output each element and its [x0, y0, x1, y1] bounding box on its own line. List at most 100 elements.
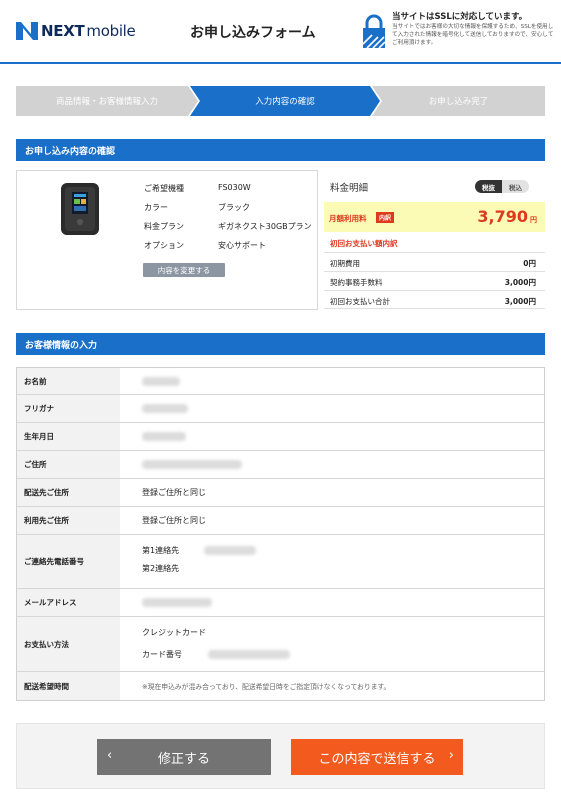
row-label: 配送希望時間	[17, 672, 120, 700]
spec-key: オプション	[144, 241, 184, 250]
redacted-name	[142, 377, 180, 386]
row-label: メールアドレス	[17, 589, 120, 616]
tax-toggle[interactable]: 税抜 税込	[475, 180, 529, 193]
section-header-customer: お客様情報の入力	[16, 333, 545, 355]
usage-address-value: 登録ご住所と同じ	[142, 516, 206, 525]
spec-row: 料金プラン ギガネクスト30GBプラン	[144, 221, 324, 235]
spec-key: 料金プラン	[144, 222, 184, 231]
row-value	[120, 395, 544, 422]
table-row: ご連絡先電話番号 第1連絡先 第2連絡先	[17, 535, 544, 589]
change-order-button[interactable]: 内容を変更する	[143, 263, 225, 277]
table-row: 利用先ご住所 登録ご住所と同じ	[17, 507, 544, 535]
chevron-right-icon: ›	[448, 748, 454, 763]
progress-steps: 商品情報・お客様情報入力 お申し込み完了 入力内容の確認	[16, 86, 545, 116]
payment-method-value: クレジットカード	[142, 628, 206, 637]
step-complete: お申し込み完了	[372, 86, 545, 116]
row-label: ご連絡先電話番号	[17, 535, 120, 588]
logo-n-icon	[16, 22, 38, 40]
submit-button[interactable]: この内容で送信する ›	[291, 739, 463, 775]
shipping-address-value: 登録ご住所と同じ	[142, 488, 206, 497]
fee-key: 初回お支払い合計	[330, 297, 390, 306]
spec-row: オプション 安心サポート	[144, 240, 324, 254]
breakdown-badge[interactable]: 内訳	[376, 212, 395, 223]
primary-contact-label: 第1連絡先	[142, 546, 180, 555]
spec-key: カラー	[144, 203, 168, 212]
ssl-description: 当サイトではお客様の大切な情報を保護するため、SSLを使用して入力された情報を暗…	[392, 24, 554, 47]
first-payment-label: 初回お支払い額内訳	[330, 239, 398, 248]
row-value: ※現在申込みが混み合っており、配送希望日時をご指定頂けなくなっております。	[120, 672, 544, 700]
table-row: フリガナ	[17, 395, 544, 423]
spec-value: 安心サポート	[218, 241, 266, 250]
action-button-area: ‹ 修正する この内容で送信する ›	[16, 723, 545, 789]
redacted-furigana	[142, 404, 188, 413]
row-label: ご住所	[17, 451, 120, 478]
ssl-title: 当サイトはSSLに対応しています。	[392, 12, 528, 22]
row-label: フリガナ	[17, 395, 120, 422]
logo-text-mobile: mobile	[86, 22, 136, 40]
fee-row: 契約事務手数料 3,000円	[324, 271, 545, 290]
table-row: 生年月日	[17, 423, 544, 451]
spec-row: ご希望機種 FS030W	[144, 183, 324, 197]
lock-icon	[362, 14, 386, 49]
pocket-wifi-device-image	[61, 183, 99, 235]
row-label: お支払い方法	[17, 617, 120, 671]
row-label: 生年月日	[17, 423, 120, 450]
secondary-contact-label: 第2連絡先	[142, 564, 180, 573]
step-confirm-current: 入力内容の確認	[190, 86, 380, 116]
edit-back-button[interactable]: ‹ 修正する	[97, 739, 271, 775]
row-value	[120, 368, 544, 394]
section-header-confirm: お申し込み内容の確認	[16, 139, 545, 161]
table-row: ご住所	[17, 451, 544, 479]
order-summary-panel: ご希望機種 FS030W カラー ブラック 料金プラン ギガネクスト30GBプラ…	[16, 170, 318, 310]
fee-value: 3,000円	[504, 278, 536, 287]
monthly-fee-amount: 3,790	[477, 207, 528, 226]
fee-row-total: 初回お支払い合計 3,000円	[324, 290, 545, 309]
row-label: 利用先ご住所	[17, 507, 120, 534]
fee-key: 契約事務手数料	[330, 278, 383, 287]
spec-key: ご希望機種	[144, 184, 184, 193]
edit-back-label: 修正する	[157, 751, 210, 767]
price-details-panel: 料金明細 税抜 税込 月額利用料 内訳 3,790 円 初回お支払い額内訳 初期…	[324, 170, 545, 310]
tax-included-option[interactable]: 税込	[502, 180, 529, 193]
row-label: お名前	[17, 368, 120, 394]
price-header: 料金明細 税抜 税込	[324, 170, 545, 202]
submit-label: この内容で送信する	[318, 751, 436, 767]
row-value	[120, 423, 544, 450]
row-value: 第1連絡先 第2連絡先	[120, 535, 544, 588]
row-value	[120, 589, 544, 616]
fee-key: 初期費用	[330, 259, 360, 268]
table-row: お名前	[17, 368, 544, 395]
table-row: 配送先ご住所 登録ご住所と同じ	[17, 479, 544, 507]
card-number-label: カード番号	[142, 650, 182, 659]
table-row: 配送希望時間 ※現在申込みが混み合っており、配送希望日時をご指定頂けなくなってお…	[17, 672, 544, 700]
row-label: 配送先ご住所	[17, 479, 120, 506]
ssl-notice: 当サイトはSSLに対応しています。 当サイトではお客様の大切な情報を保護するため…	[362, 8, 554, 56]
redacted-email	[142, 598, 212, 607]
table-row: お支払い方法 クレジットカード カード番号	[17, 617, 544, 672]
spec-value: FS030W	[218, 183, 251, 192]
customer-info-table: お名前 フリガナ 生年月日 ご住所 配送先ご住所 登録ご住所と同じ 利用先ご住所…	[16, 367, 545, 701]
next-mobile-logo[interactable]: NEXT mobile	[16, 20, 136, 42]
spec-row: カラー ブラック	[144, 202, 324, 216]
row-value: 登録ご住所と同じ	[120, 507, 544, 534]
tax-excluded-option[interactable]: 税抜	[475, 180, 502, 193]
monthly-fee-row: 月額利用料 内訳 3,790 円	[324, 202, 545, 232]
monthly-fee-label: 月額利用料	[329, 214, 367, 223]
delivery-time-notice: ※現在申込みが混み合っており、配送希望日時をご指定頂けなくなっております。	[142, 683, 391, 691]
form-title: お申し込みフォーム	[190, 25, 316, 41]
row-value: クレジットカード カード番号	[120, 617, 544, 671]
spec-value: ギガネクスト30GBプラン	[218, 222, 312, 231]
row-value: 登録ご住所と同じ	[120, 479, 544, 506]
logo-text-next: NEXT	[41, 22, 85, 40]
step-input: 商品情報・お客様情報入力	[16, 86, 198, 116]
spec-value: ブラック	[218, 203, 250, 212]
redacted-phone	[204, 546, 256, 555]
row-value	[120, 451, 544, 478]
page-header: NEXT mobile お申し込みフォーム 当サイトはSSLに対応しています。 当…	[0, 0, 561, 64]
table-row: メールアドレス	[17, 589, 544, 617]
redacted-address	[142, 460, 242, 469]
fee-value: 3,000円	[504, 297, 536, 306]
fee-value: 0円	[523, 259, 536, 268]
chevron-left-icon: ‹	[107, 748, 113, 763]
price-title: 料金明細	[330, 183, 369, 194]
